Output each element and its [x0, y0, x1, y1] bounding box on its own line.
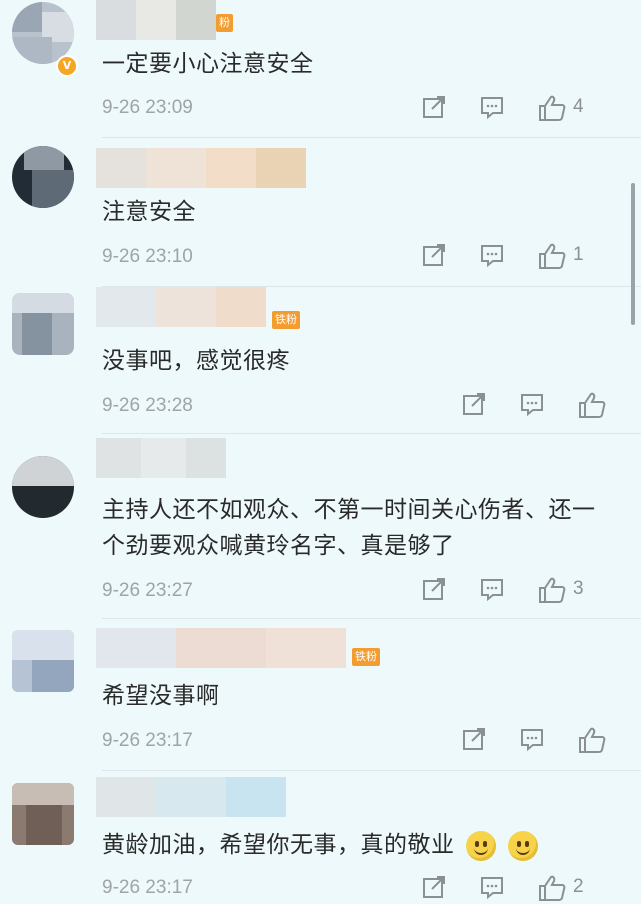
- reply-button[interactable]: [519, 391, 545, 421]
- share-button[interactable]: [421, 576, 447, 606]
- comment-actions: 4: [421, 94, 621, 124]
- like-button[interactable]: 4: [537, 94, 584, 124]
- thumbs-up-icon: [539, 243, 566, 269]
- reply-button[interactable]: [479, 242, 505, 272]
- like-button[interactable]: 3: [537, 576, 584, 606]
- username-blurred[interactable]: [96, 287, 266, 327]
- username-blurred[interactable]: [96, 628, 346, 668]
- comment-icon: [481, 245, 503, 268]
- share-icon: [423, 578, 445, 600]
- reply-button[interactable]: [479, 94, 505, 124]
- fan-badge: 铁粉: [352, 648, 380, 666]
- reply-button[interactable]: [479, 576, 505, 606]
- like-count: 3: [573, 578, 584, 599]
- avatar[interactable]: [12, 456, 74, 518]
- comment-icon: [481, 579, 503, 602]
- comment-text: 黄龄加油，希望你无事，真的敬业: [102, 827, 613, 863]
- scrollbar[interactable]: [631, 183, 635, 325]
- like-button[interactable]: 1: [537, 242, 584, 272]
- comment-text: 注意安全: [102, 199, 196, 225]
- share-icon: [423, 244, 445, 266]
- comment-icon: [481, 97, 503, 120]
- share-button[interactable]: [461, 726, 487, 756]
- smiley-emoji-icon: [466, 830, 497, 861]
- comment-icon: [481, 877, 503, 900]
- username-blurred[interactable]: [96, 438, 226, 478]
- comment-time: 9-26 23:09: [102, 97, 193, 118]
- comment-text: 没事吧，感觉很疼: [102, 348, 290, 374]
- divider: [102, 137, 641, 138]
- divider: [102, 770, 641, 771]
- smiley-emoji-icon: [508, 830, 539, 861]
- thumbs-up-icon: [539, 577, 566, 603]
- like-count: 4: [573, 96, 584, 117]
- comment-actions: [461, 726, 621, 756]
- avatar[interactable]: [12, 146, 74, 208]
- like-button[interactable]: [577, 391, 607, 421]
- avatar[interactable]: [12, 783, 74, 845]
- share-button[interactable]: [461, 391, 487, 421]
- comment-time: 9-26 23:28: [102, 395, 193, 416]
- comment-actions: 3: [421, 576, 621, 606]
- fan-badge: 粉: [216, 14, 233, 32]
- comment-icon: [521, 394, 543, 417]
- divider: [102, 618, 641, 619]
- thumbs-up-icon: [539, 95, 566, 121]
- comment-time: 9-26 23:10: [102, 246, 193, 267]
- username-blurred[interactable]: [96, 777, 286, 817]
- share-button[interactable]: [421, 94, 447, 124]
- comment-time: 9-26 23:27: [102, 580, 193, 601]
- comment-text: 希望没事啊: [102, 683, 220, 709]
- comment-text: 主持人还不如观众、不第一时间关心伤者、还一个劲要观众喊黄玲名字、真是够了: [102, 497, 596, 559]
- share-icon: [423, 876, 445, 898]
- comment-actions: 1: [421, 242, 621, 272]
- avatar[interactable]: [12, 293, 74, 355]
- like-count: 1: [573, 244, 584, 265]
- verified-badge-icon: V: [56, 55, 78, 77]
- like-count: 2: [573, 876, 584, 897]
- like-button[interactable]: [577, 726, 607, 756]
- divider: [102, 433, 641, 434]
- share-icon: [463, 728, 485, 750]
- share-icon: [423, 96, 445, 118]
- comment-time: 9-26 23:17: [102, 730, 193, 751]
- reply-button[interactable]: [519, 726, 545, 756]
- comment-text-body: 黄龄加油，希望你无事，真的敬业: [102, 832, 455, 858]
- thumbs-up-icon: [579, 727, 606, 753]
- share-button[interactable]: [421, 242, 447, 272]
- comment-text: 一定要小心注意安全: [102, 51, 314, 77]
- share-icon: [463, 393, 485, 415]
- avatar[interactable]: [12, 630, 74, 692]
- comment-time: 9-26 23:17: [102, 877, 193, 898]
- thumbs-up-icon: [579, 392, 606, 418]
- comment-icon: [521, 729, 543, 752]
- fan-badge: 铁粉: [272, 311, 300, 329]
- username-blurred[interactable]: [96, 0, 216, 40]
- thumbs-up-icon: [539, 875, 566, 901]
- username-blurred[interactable]: [96, 148, 306, 188]
- comment-actions: [461, 391, 621, 421]
